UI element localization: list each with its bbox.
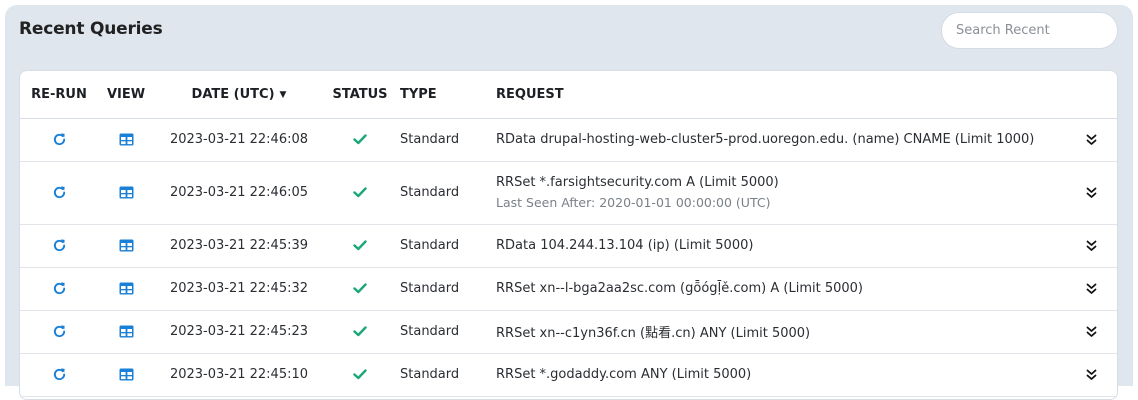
table-view-icon[interactable] xyxy=(119,368,134,381)
refresh-icon[interactable] xyxy=(52,367,67,382)
view-cell xyxy=(98,161,154,225)
status-cell xyxy=(324,310,396,354)
checkmark-icon xyxy=(353,240,367,251)
double-chevron-down-icon[interactable] xyxy=(1086,283,1097,295)
request-cell: RData drupal-hosting-web-cluster5-prod.u… xyxy=(496,118,1086,162)
request-cell: RRSet xn--c1yn36f.cn (點看.cn) ANY (Limit … xyxy=(496,310,1086,354)
date-cell: 2023-03-21 22:45:39 xyxy=(154,224,324,268)
checkmark-icon xyxy=(353,187,367,198)
column-header-request: REQUEST xyxy=(496,71,1086,119)
request-cell: RRSet xn--l-bga2aa2sc.com (gȭógḹě.com) A… xyxy=(496,267,1086,311)
queries-table-card: RE-RUN VIEW DATE (UTC) ▼ STATUS TYPE REQU… xyxy=(19,70,1118,400)
expand-cell xyxy=(1086,161,1117,225)
checkmark-icon xyxy=(353,326,367,337)
search-input[interactable] xyxy=(941,12,1118,49)
request-text: RRSet *.godaddy.com ANY (Limit 5000) xyxy=(496,367,752,382)
table-row: 2023-03-21 22:46:05 Standard RRSet *.farsi… xyxy=(20,161,1117,225)
date-cell: 2023-03-21 22:45:23 xyxy=(154,310,324,354)
column-header-date[interactable]: DATE (UTC) ▼ xyxy=(154,71,324,119)
request-subtext: Last Seen After: 2020-01-01 00:00:00 (UT… xyxy=(496,195,771,210)
table-row: 2023-03-21 22:46:08 Standard RData drupal-… xyxy=(20,118,1117,162)
date-cell: 2023-03-21 22:45:10 xyxy=(154,353,324,397)
refresh-icon[interactable] xyxy=(52,324,67,339)
request-cell: RData 104.244.13.104 (ip) (Limit 5000) xyxy=(496,224,1086,268)
date-cell: 2023-03-21 22:45:32 xyxy=(154,267,324,311)
rerun-cell xyxy=(20,353,98,397)
column-header-status: STATUS xyxy=(324,71,396,119)
recent-queries-panel: Recent Queries RE-RUN VIEW DATE (UTC) ▼ S… xyxy=(5,5,1133,400)
column-header-type: TYPE xyxy=(396,71,496,119)
request-text: RData 104.244.13.104 (ip) (Limit 5000) xyxy=(496,238,754,253)
rerun-cell xyxy=(20,267,98,311)
type-cell: Standard xyxy=(396,161,496,225)
queries-table: RE-RUN VIEW DATE (UTC) ▼ STATUS TYPE REQU… xyxy=(20,71,1117,397)
expand-cell xyxy=(1086,353,1117,397)
table-view-icon[interactable] xyxy=(119,325,134,338)
date-cell: 2023-03-21 22:46:08 xyxy=(154,118,324,162)
view-cell xyxy=(98,224,154,268)
rerun-cell xyxy=(20,310,98,354)
expand-cell xyxy=(1086,310,1117,354)
table-header-row: RE-RUN VIEW DATE (UTC) ▼ STATUS TYPE REQU… xyxy=(20,71,1117,119)
table-row: 2023-03-21 22:45:10 Standard RRSet *.godad… xyxy=(20,353,1117,397)
date-cell: 2023-03-21 22:46:05 xyxy=(154,161,324,225)
column-header-expand xyxy=(1086,71,1117,119)
table-row: 2023-03-21 22:45:23 Standard RRSet xn--c1y… xyxy=(20,310,1117,354)
request-text: RRSet xn--c1yn36f.cn (點看.cn) ANY (Limit … xyxy=(496,326,811,341)
column-header-view: VIEW xyxy=(98,71,154,119)
table-row: 2023-03-21 22:45:39 Standard RData 104.244… xyxy=(20,224,1117,268)
view-cell xyxy=(98,353,154,397)
column-header-date-label: DATE (UTC) xyxy=(191,86,275,102)
request-cell: RRSet *.godaddy.com ANY (Limit 5000) xyxy=(496,353,1086,397)
table-view-icon[interactable] xyxy=(119,239,134,252)
double-chevron-down-icon[interactable] xyxy=(1086,240,1097,252)
status-cell xyxy=(324,224,396,268)
table-row: 2023-03-21 22:45:32 Standard RRSet xn--l-b… xyxy=(20,267,1117,311)
status-cell xyxy=(324,267,396,311)
request-text: RRSet xn--l-bga2aa2sc.com (gȭógḹě.com) A… xyxy=(496,281,863,296)
table-body: 2023-03-21 22:46:08 Standard RData drupal-… xyxy=(20,118,1117,397)
request-cell: RRSet *.farsightsecurity.com A (Limit 50… xyxy=(496,161,1086,225)
double-chevron-down-icon[interactable] xyxy=(1086,369,1097,381)
status-cell xyxy=(324,118,396,162)
double-chevron-down-icon[interactable] xyxy=(1086,326,1097,338)
table-view-icon[interactable] xyxy=(119,186,134,199)
refresh-icon[interactable] xyxy=(52,238,67,253)
view-cell xyxy=(98,267,154,311)
expand-cell xyxy=(1086,224,1117,268)
column-header-rerun: RE-RUN xyxy=(20,71,98,119)
checkmark-icon xyxy=(353,369,367,380)
refresh-icon[interactable] xyxy=(52,281,67,296)
status-cell xyxy=(324,353,396,397)
double-chevron-down-icon[interactable] xyxy=(1086,134,1097,146)
status-cell xyxy=(324,161,396,225)
type-cell: Standard xyxy=(396,267,496,311)
checkmark-icon xyxy=(353,283,367,294)
type-cell: Standard xyxy=(396,353,496,397)
request-text: RRSet *.farsightsecurity.com A (Limit 50… xyxy=(496,175,779,190)
refresh-icon[interactable] xyxy=(52,185,67,200)
panel-title: Recent Queries xyxy=(19,19,163,39)
type-cell: Standard xyxy=(396,224,496,268)
caret-down-icon[interactable]: ▼ xyxy=(280,90,287,100)
rerun-cell xyxy=(20,118,98,162)
type-cell: Standard xyxy=(396,118,496,162)
table-view-icon[interactable] xyxy=(119,282,134,295)
rerun-cell xyxy=(20,224,98,268)
refresh-icon[interactable] xyxy=(52,132,67,147)
table-view-icon[interactable] xyxy=(119,133,134,146)
double-chevron-down-icon[interactable] xyxy=(1086,187,1097,199)
rerun-cell xyxy=(20,161,98,225)
checkmark-icon xyxy=(353,134,367,145)
type-cell: Standard xyxy=(396,310,496,354)
request-text: RData drupal-hosting-web-cluster5-prod.u… xyxy=(496,132,1035,147)
view-cell xyxy=(98,118,154,162)
view-cell xyxy=(98,310,154,354)
expand-cell xyxy=(1086,118,1117,162)
expand-cell xyxy=(1086,267,1117,311)
